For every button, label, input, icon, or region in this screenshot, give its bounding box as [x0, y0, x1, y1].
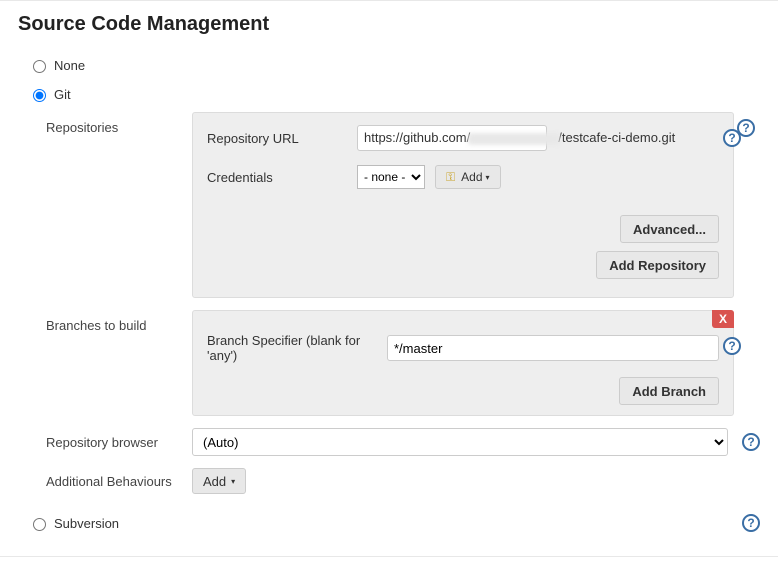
radio-none-label: None [54, 58, 85, 73]
scm-option-git[interactable]: Git [18, 83, 760, 108]
repo-browser-label: Repository browser [46, 435, 192, 450]
add-repository-button[interactable]: Add Repository [596, 251, 719, 279]
repo-url-row: Repository URL https://github.com//testc… [207, 125, 719, 151]
radio-none[interactable] [33, 60, 46, 73]
add-branch-button[interactable]: Add Branch [619, 377, 719, 405]
repo-browser-row: Repository browser (Auto) ? [46, 428, 760, 456]
credentials-label: Credentials [207, 170, 357, 185]
help-icon[interactable]: ? [723, 129, 741, 147]
add-repository-label: Add Repository [609, 258, 706, 273]
branches-box: X Branch Specifier (blank for 'any') ? A… [192, 310, 734, 416]
additional-behaviours-row: Additional Behaviours Add ▾ [46, 468, 760, 494]
advanced-label: Advanced... [633, 222, 706, 237]
advanced-button[interactable]: Advanced... [620, 215, 719, 243]
radio-git-label: Git [54, 87, 71, 102]
help-icon[interactable]: ? [723, 337, 741, 355]
help-icon[interactable]: ? [742, 433, 760, 451]
key-icon: ⚿ [446, 170, 455, 185]
delete-branch-button[interactable]: X [712, 310, 734, 328]
branches-row: Branches to build X Branch Specifier (bl… [46, 310, 760, 416]
scm-section: Source Code Management None Git Reposito… [0, 0, 778, 557]
help-icon[interactable]: ? [742, 514, 760, 532]
repo-url-suffix: /testcafe-ci-demo.git [558, 130, 675, 145]
repo-url-label: Repository URL [207, 131, 357, 146]
repositories-box: ? Repository URL https://github.com//tes… [192, 112, 734, 298]
scm-option-subversion[interactable]: Subversion ? [18, 506, 760, 538]
radio-subversion-label: Subversion [54, 516, 119, 531]
add-branch-label: Add Branch [632, 384, 706, 399]
add-branch-row: Add Branch [207, 377, 719, 405]
repositories-row: Repositories ? Repository URL https://gi… [46, 112, 760, 298]
section-title: Source Code Management [18, 13, 760, 36]
git-config: Repositories ? Repository URL https://gi… [18, 112, 760, 494]
credentials-row: Credentials - none - ⚿ Add ▾ [207, 165, 719, 189]
radio-git[interactable] [33, 89, 46, 102]
caret-down-icon: ▾ [231, 477, 235, 486]
repo-url-input[interactable] [357, 125, 547, 151]
add-credentials-button[interactable]: ⚿ Add ▾ [435, 165, 501, 189]
add-repo-row: Add Repository [207, 251, 719, 279]
credentials-select[interactable]: - none - [357, 165, 425, 189]
add-behaviour-label: Add [203, 474, 226, 489]
add-behaviour-button[interactable]: Add ▾ [192, 468, 246, 494]
branch-specifier-label: Branch Specifier (blank for 'any') [207, 333, 387, 363]
repo-browser-select[interactable]: (Auto) [192, 428, 728, 456]
advanced-row: Advanced... [207, 215, 719, 243]
branch-specifier-input[interactable] [387, 335, 719, 361]
repositories-label: Repositories [46, 112, 192, 135]
caret-down-icon: ▾ [486, 173, 490, 182]
additional-behaviours-label: Additional Behaviours [46, 474, 192, 489]
branch-specifier-row: Branch Specifier (blank for 'any') ? [207, 333, 719, 363]
add-credentials-label: Add [461, 170, 482, 184]
radio-subversion[interactable] [33, 518, 46, 531]
scm-option-none[interactable]: None [18, 54, 760, 79]
branches-label: Branches to build [46, 310, 192, 333]
